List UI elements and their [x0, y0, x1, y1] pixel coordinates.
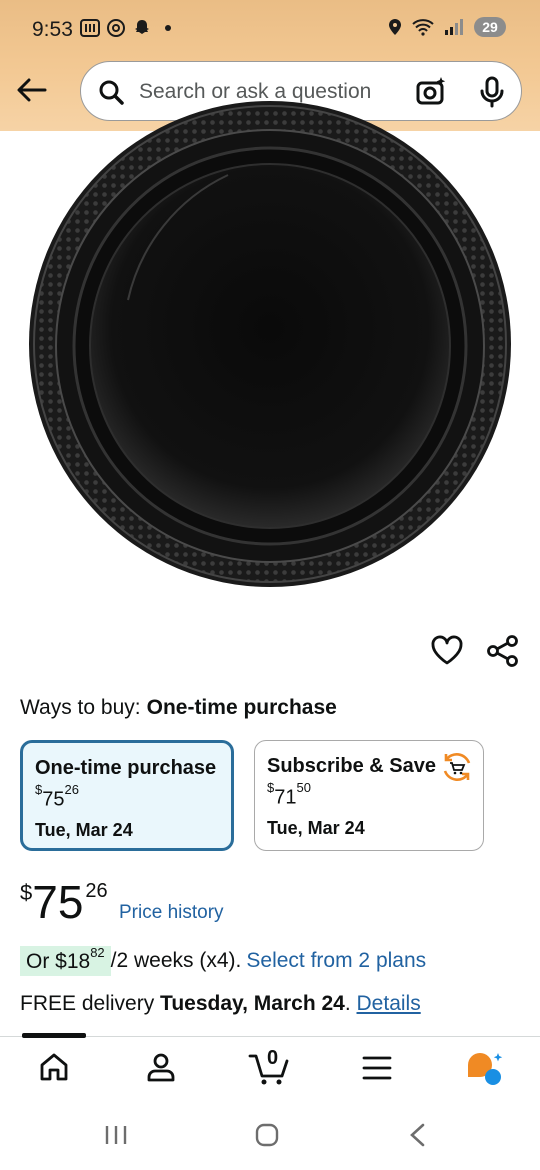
installment-period: /2 weeks (x4).	[110, 949, 242, 972]
plate-illustration	[29, 101, 511, 587]
back-arrow-icon	[17, 78, 47, 102]
nav-cart[interactable]: 0	[248, 1047, 292, 1092]
menu-icon	[362, 1056, 392, 1080]
option-price: $7526	[35, 782, 79, 811]
add-to-list-button[interactable]	[430, 634, 464, 671]
option-title: One-time purchase	[35, 757, 217, 779]
app-notification-icon	[80, 18, 100, 38]
system-status-icons: 29	[388, 17, 506, 37]
status-time: 9:53	[32, 18, 73, 41]
home-button-icon[interactable]	[255, 1123, 279, 1147]
system-navigation-bar	[0, 1104, 540, 1170]
battery-indicator: 29	[474, 17, 506, 37]
heart-icon	[431, 635, 463, 665]
nav-home[interactable]	[38, 1051, 70, 1088]
signal-icon	[445, 19, 463, 35]
threads-icon	[106, 18, 126, 38]
status-bar: 9:53 29	[0, 0, 540, 58]
location-icon	[389, 19, 401, 35]
select-plans-link[interactable]: Select from 2 plans	[246, 949, 426, 973]
back-nav-icon[interactable]	[408, 1123, 428, 1147]
product-image[interactable]	[28, 100, 512, 588]
installment-plan: Or $1882 /2 weeks (x4). Select from 2 pl…	[20, 945, 426, 976]
home-icon	[40, 1053, 68, 1081]
ways-to-buy: Ways to buy: One-time purchase	[20, 696, 337, 720]
option-price: $7150	[267, 780, 311, 809]
ways-value: One-time purchase	[146, 696, 337, 719]
active-tab-indicator	[22, 1033, 86, 1038]
nav-rufus[interactable]	[466, 1051, 506, 1092]
ways-label: Ways to buy:	[20, 696, 141, 719]
wifi-icon	[412, 19, 434, 36]
one-time-purchase-option[interactable]: One-time purchase $7526 Tue, Mar 24	[20, 740, 234, 851]
delivery-date: Tuesday, March 24	[160, 992, 345, 1015]
installment-amount: Or $1882	[20, 945, 111, 976]
share-icon	[487, 635, 518, 667]
rufus-icon	[468, 1053, 503, 1085]
share-button[interactable]	[486, 634, 520, 673]
recent-apps-icon[interactable]	[104, 1124, 128, 1146]
nav-account[interactable]	[145, 1051, 177, 1088]
subscribe-save-option[interactable]: Subscribe & Save $7150 Tue, Mar 24	[254, 740, 484, 851]
cart-count: 0	[267, 1047, 279, 1069]
dot-icon	[158, 18, 178, 38]
bottom-navigation: 0	[0, 1033, 540, 1104]
delivery-details-link[interactable]: Details	[357, 992, 421, 1015]
price-history-link[interactable]: Price history	[119, 902, 224, 924]
option-delivery-date: Tue, Mar 24	[35, 819, 133, 840]
snapchat-icon	[132, 18, 152, 38]
nav-menu[interactable]	[362, 1055, 392, 1086]
option-delivery-date: Tue, Mar 24	[267, 817, 365, 838]
person-icon	[147, 1053, 175, 1082]
delivery-info: FREE delivery Tuesday, March 24. Details	[20, 992, 421, 1015]
subscribe-cart-icon	[443, 753, 471, 781]
product-price: $ 75 26	[20, 876, 108, 928]
notification-icons	[80, 18, 178, 38]
